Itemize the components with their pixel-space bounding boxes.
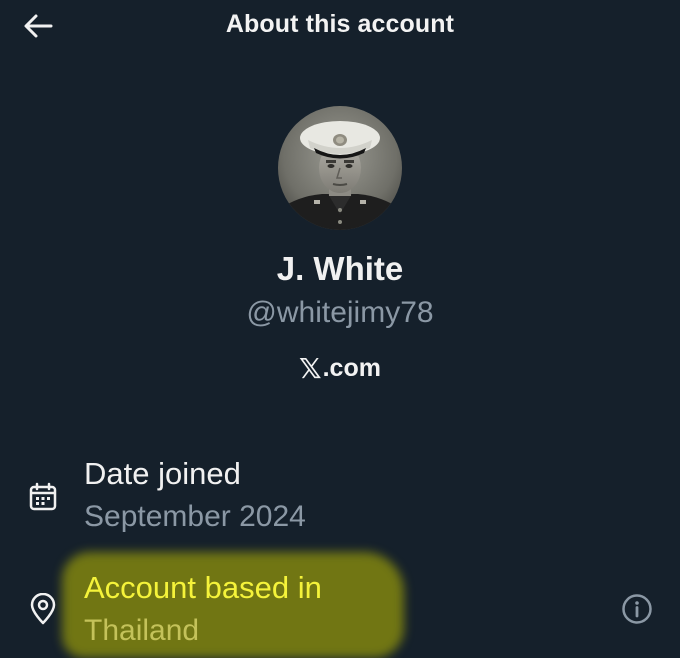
calendar-icon <box>26 480 60 514</box>
account-location-label: Account based in <box>84 570 322 605</box>
info-icon <box>622 594 652 624</box>
account-source: 𝕏 .com <box>0 352 680 385</box>
info-button[interactable] <box>620 592 654 626</box>
profile-photo <box>278 106 402 230</box>
avatar[interactable] <box>278 106 402 230</box>
date-joined-label: Date joined <box>84 456 241 491</box>
top-bar: About this account <box>0 0 680 52</box>
date-joined-row: Date joined September 2024 <box>0 450 680 540</box>
account-location-row: Account based in Thailand <box>0 566 680 658</box>
user-handle: @whitejimy78 <box>246 296 434 329</box>
page-title: About this account <box>225 10 455 38</box>
location-pin-icon <box>26 592 60 626</box>
account-source-suffix: .com <box>322 354 381 382</box>
date-joined-value: September 2024 <box>84 500 306 533</box>
x-logo-icon: 𝕏 <box>299 353 322 384</box>
account-location-value: Thailand <box>84 614 200 647</box>
display-name: J. White <box>276 250 404 287</box>
